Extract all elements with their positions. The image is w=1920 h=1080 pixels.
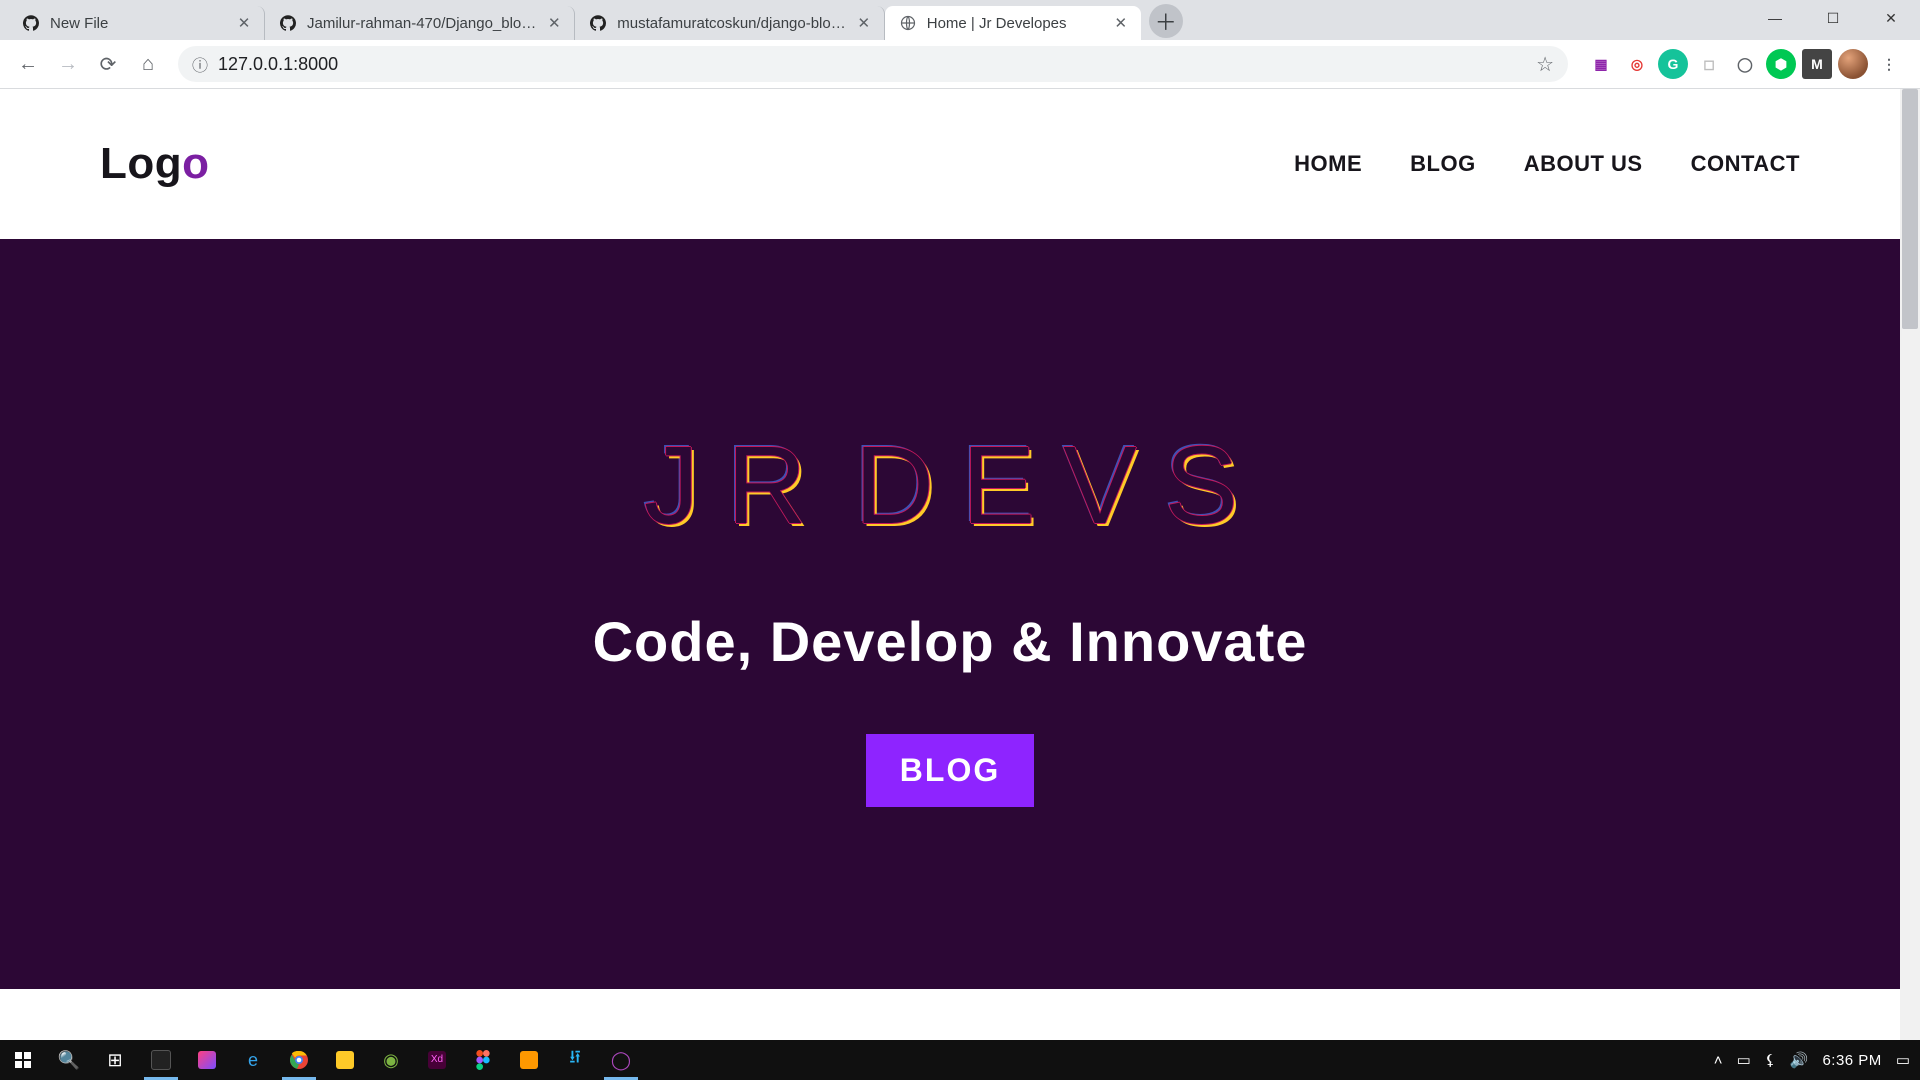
system-tray: ˄ ▭ ⚸ 🔊 6:36 PM ▭ <box>1704 1040 1920 1080</box>
home-button[interactable]: ⌂ <box>130 46 166 82</box>
browser-toolbar: ← → ⟳ ⌂ ⓘ 127.0.0.1:8000 ☆ ▦ ◎ G ◻ ◯ ⬢ M… <box>0 40 1920 89</box>
new-tab-button[interactable]: ＋ <box>1149 4 1183 38</box>
close-icon[interactable]: ✕ <box>546 14 562 32</box>
maximize-button[interactable]: ☐ <box>1804 0 1862 36</box>
github-icon <box>589 14 607 32</box>
start-button[interactable] <box>0 1040 46 1080</box>
nav-home[interactable]: HOME <box>1294 151 1362 177</box>
hero-title: JR DEVS <box>644 422 1256 549</box>
page-content: Logo HOME BLOG ABOUT US CONTACT JR DEVS … <box>0 89 1900 1041</box>
site-header: Logo HOME BLOG ABOUT US CONTACT <box>0 89 1900 239</box>
minimize-button[interactable]: — <box>1746 0 1804 36</box>
close-icon[interactable]: ✕ <box>856 14 872 32</box>
task-view-button[interactable]: ⊞ <box>92 1040 138 1080</box>
chrome-app[interactable] <box>276 1040 322 1080</box>
scrollbar-thumb[interactable] <box>1902 89 1918 329</box>
browser-tab[interactable]: mustafamuratcoskun/django-blo… ✕ <box>575 6 884 40</box>
main-nav: HOME BLOG ABOUT US CONTACT <box>1294 151 1800 177</box>
nav-about[interactable]: ABOUT US <box>1524 151 1643 177</box>
vscode-app[interactable]: ⭿ <box>552 1040 598 1080</box>
edge-app[interactable]: e <box>230 1040 276 1080</box>
hero-section: JR DEVS Code, Develop & Innovate BLOG <box>0 239 1900 989</box>
terminal-app[interactable] <box>138 1040 184 1080</box>
browser-tab-strip: New File ✕ Jamilur-rahman-470/Django_blo… <box>0 0 1920 40</box>
extension-icon[interactable]: ⬢ <box>1766 49 1796 79</box>
forward-button[interactable]: → <box>50 46 86 82</box>
close-window-button[interactable]: ✕ <box>1862 0 1920 36</box>
app-icon[interactable] <box>184 1040 230 1080</box>
search-button[interactable]: 🔍 <box>46 1040 92 1080</box>
hero-blog-button[interactable]: BLOG <box>866 734 1034 807</box>
taskbar-clock[interactable]: 6:36 PM <box>1822 1052 1881 1069</box>
site-logo[interactable]: Logo <box>100 139 210 189</box>
app-icon[interactable]: ◯ <box>598 1040 644 1080</box>
close-icon[interactable]: ✕ <box>236 14 252 32</box>
window-controls: — ☐ ✕ <box>1746 0 1920 40</box>
browser-tab[interactable]: New File ✕ <box>8 6 265 40</box>
taskbar-apps: 🔍 ⊞ e ◉ Xd ⭿ ◯ <box>0 1040 644 1080</box>
profile-avatar[interactable] <box>1838 49 1868 79</box>
extension-icon[interactable]: ▦ <box>1586 49 1616 79</box>
file-explorer-app[interactable] <box>322 1040 368 1080</box>
browser-tab-active[interactable]: Home | Jr Developes ✕ <box>885 6 1141 40</box>
logo-main: Log <box>100 139 182 188</box>
scrollbar-track[interactable] <box>1900 89 1920 1041</box>
extension-icon[interactable]: ◯ <box>1730 49 1760 79</box>
action-center-icon[interactable]: ▭ <box>1896 1051 1910 1069</box>
volume-icon[interactable]: 🔊 <box>1790 1051 1809 1069</box>
tab-title: mustafamuratcoskun/django-blo… <box>617 15 845 32</box>
grammarly-icon[interactable]: G <box>1658 49 1688 79</box>
close-icon[interactable]: ✕ <box>1113 14 1129 32</box>
extension-icon[interactable]: M <box>1802 49 1832 79</box>
bookmark-star-icon[interactable]: ☆ <box>1536 52 1554 77</box>
extension-icons: ▦ ◎ G ◻ ◯ ⬢ M ⋮ <box>1580 49 1910 79</box>
sublime-app[interactable] <box>506 1040 552 1080</box>
nav-contact[interactable]: CONTACT <box>1691 151 1800 177</box>
extension-icon[interactable]: ◎ <box>1622 49 1652 79</box>
back-button[interactable]: ← <box>10 46 46 82</box>
address-bar[interactable]: ⓘ 127.0.0.1:8000 ☆ <box>178 46 1568 82</box>
github-icon <box>22 14 40 32</box>
reload-button[interactable]: ⟳ <box>90 46 126 82</box>
tab-title: New File <box>50 15 226 32</box>
chrome-menu-icon[interactable]: ⋮ <box>1874 49 1904 79</box>
figma-app[interactable] <box>460 1040 506 1080</box>
below-hero-spacer <box>0 989 1900 1041</box>
extension-icon[interactable]: ◻ <box>1694 49 1724 79</box>
globe-icon <box>899 14 917 32</box>
page-viewport: Logo HOME BLOG ABOUT US CONTACT JR DEVS … <box>0 89 1920 1041</box>
tab-title: Jamilur-rahman-470/Django_blo… <box>307 15 536 32</box>
hero-subtitle: Code, Develop & Innovate <box>593 609 1308 674</box>
nav-blog[interactable]: BLOG <box>1410 151 1476 177</box>
tab-title: Home | Jr Developes <box>927 15 1103 32</box>
logo-accent: o <box>182 139 209 188</box>
github-icon <box>279 14 297 32</box>
wifi-icon[interactable]: ⚸ <box>1765 1051 1776 1069</box>
site-info-icon[interactable]: ⓘ <box>192 52 208 76</box>
app-icon[interactable]: ◉ <box>368 1040 414 1080</box>
url-text: 127.0.0.1:8000 <box>218 54 338 75</box>
windows-taskbar: 🔍 ⊞ e ◉ Xd ⭿ ◯ ˄ ▭ ⚸ 🔊 6:36 PM ▭ <box>0 1040 1920 1080</box>
browser-tab[interactable]: Jamilur-rahman-470/Django_blo… ✕ <box>265 6 575 40</box>
battery-icon[interactable]: ▭ <box>1737 1051 1751 1069</box>
tray-chevron-icon[interactable]: ˄ <box>1714 1052 1723 1069</box>
adobe-xd-app[interactable]: Xd <box>414 1040 460 1080</box>
